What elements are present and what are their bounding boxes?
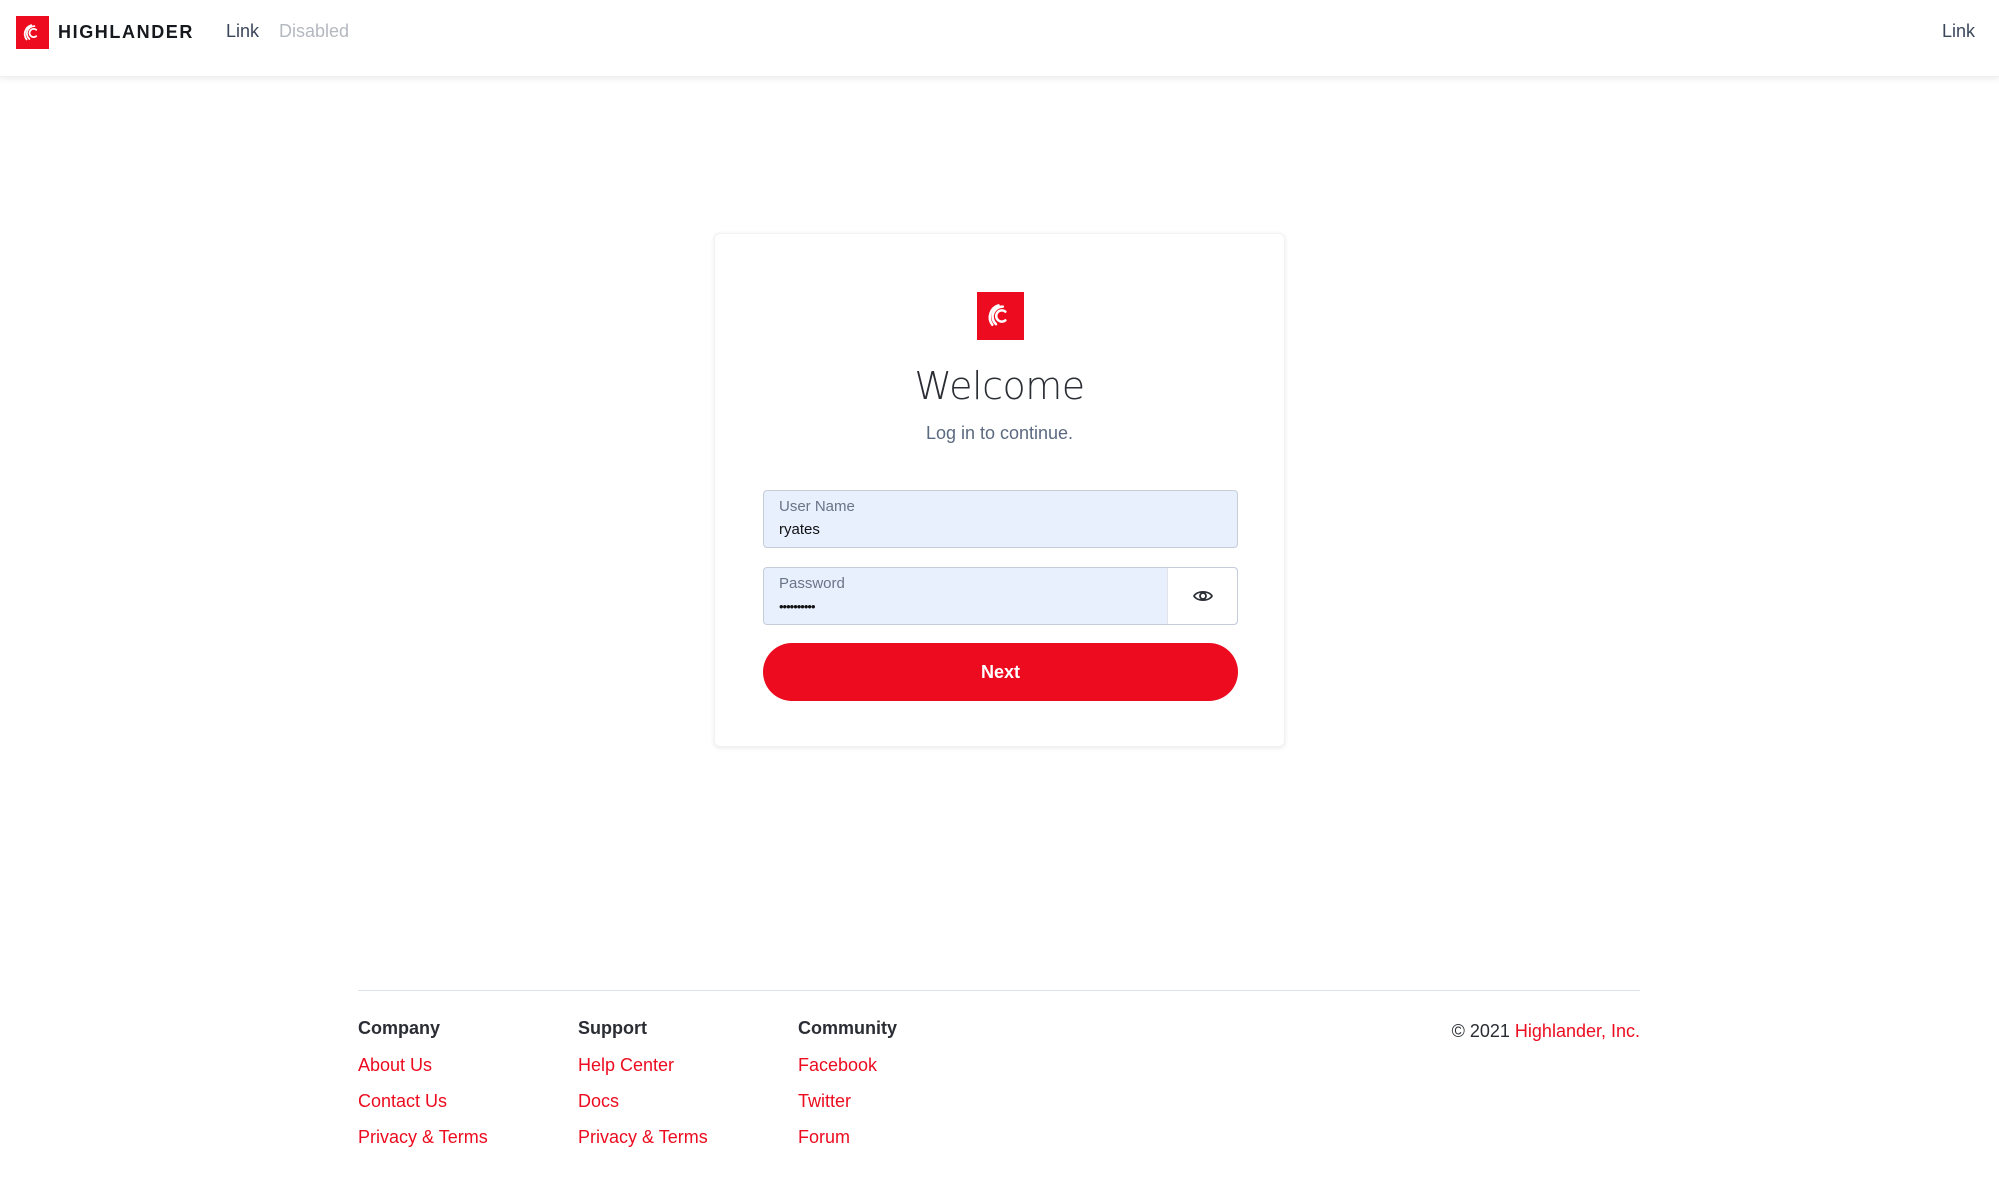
show-password-button[interactable] [1167,568,1237,624]
nav-link[interactable]: Link [226,21,259,42]
footer-link-contact-us[interactable]: Contact Us [358,1091,488,1116]
top-navbar: HIGHLANDER Link Disabled Link [0,0,1999,77]
password-field[interactable]: Password •••••••••• [763,567,1238,625]
password-label: Password [779,575,845,592]
footer-link-privacy-terms[interactable]: Privacy & Terms [578,1127,708,1152]
brand-name: HIGHLANDER [58,22,194,42]
highlander-logo-icon [16,16,49,49]
username-field[interactable]: User Name ryates [763,490,1238,548]
login-card: Welcome Log in to continue. User Name ry… [714,233,1285,747]
password-input[interactable]: •••••••••• [779,599,816,614]
copyright-company-link[interactable]: Highlander, Inc. [1515,1021,1640,1041]
footer-link-about-us[interactable]: About Us [358,1055,488,1080]
footer-column-community: Community Facebook Twitter Forum [798,1018,897,1152]
page-title: Welcome [914,364,1085,408]
nav-right-link[interactable]: Link [1942,21,1975,42]
brand[interactable]: HIGHLANDER [16,16,194,49]
footer-heading: Community [798,1018,897,1038]
footer-link-privacy-terms[interactable]: Privacy & Terms [358,1127,488,1152]
username-label: User Name [779,498,855,515]
copyright-prefix: © 2021 [1451,1021,1510,1041]
highlander-logo-icon [977,292,1024,340]
footer-link-help-center[interactable]: Help Center [578,1055,708,1080]
page-subtitle: Log in to continue. [925,423,1074,443]
footer-column-company: Company About Us Contact Us Privacy & Te… [358,1018,488,1152]
eye-icon [1192,590,1213,602]
next-button[interactable]: Next [763,643,1238,701]
footer-link-docs[interactable]: Docs [578,1091,708,1116]
main-nav: Link Disabled [226,21,349,42]
footer-heading: Company [358,1018,441,1038]
nav-link-disabled: Disabled [279,21,350,41]
username-input[interactable]: ryates [779,521,820,538]
footer-link-forum[interactable]: Forum [798,1127,897,1152]
footer-link-twitter[interactable]: Twitter [798,1091,897,1116]
footer-link-facebook[interactable]: Facebook [798,1055,897,1080]
footer-heading: Support [578,1018,647,1038]
footer-divider [358,990,1640,991]
copyright: © 2021 Highlander, Inc. [1452,1021,1640,1042]
footer-column-support: Support Help Center Docs Privacy & Terms [578,1018,708,1152]
